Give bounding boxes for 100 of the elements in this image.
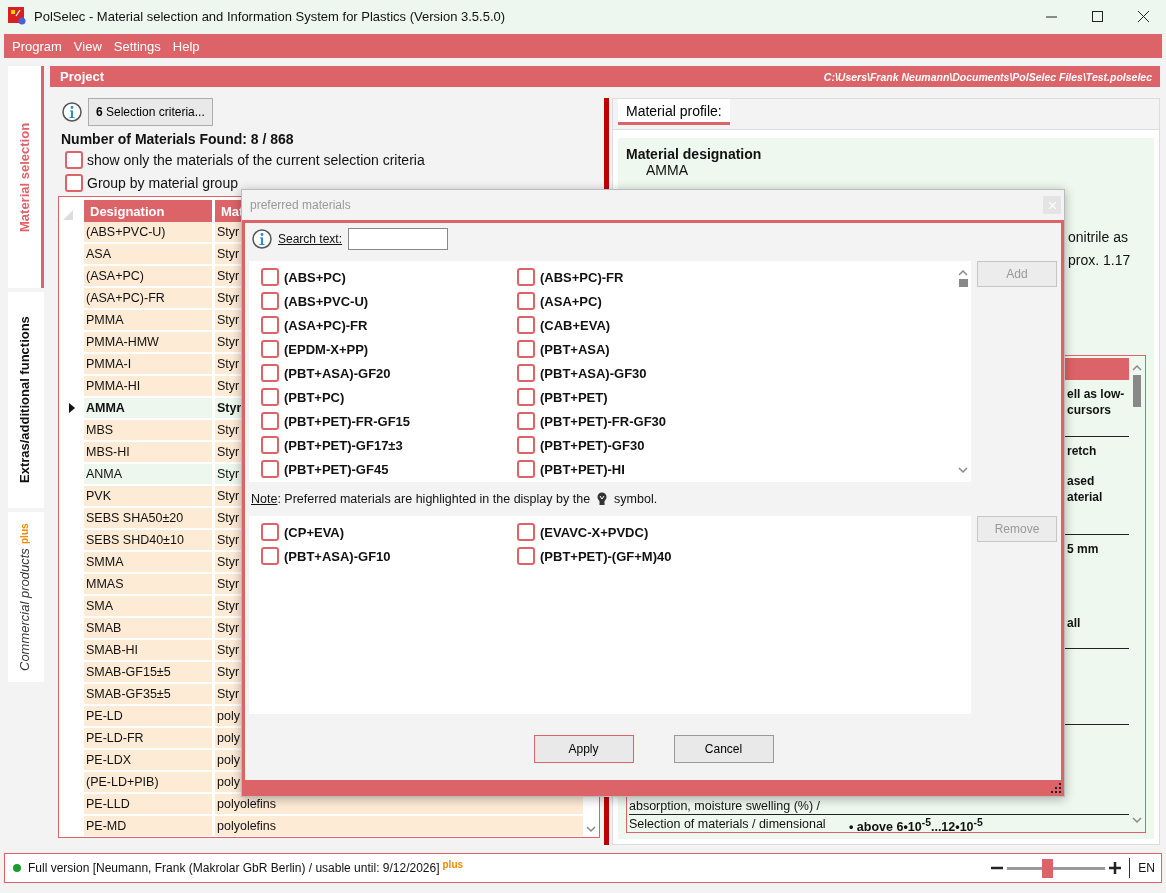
- checkbox[interactable]: [65, 173, 83, 192]
- slider-thumb[interactable]: [1041, 858, 1053, 878]
- checkbox[interactable]: [517, 292, 535, 310]
- resize-grip-icon[interactable]: [1051, 783, 1061, 793]
- dialog-title: preferred materials: [250, 198, 351, 212]
- dialog-button[interactable]: Apply: [533, 735, 634, 763]
- checkbox-label: (PBT+PET)-GF45: [284, 461, 389, 477]
- property-text: 5 mm: [1067, 541, 1100, 557]
- table-cell[interactable]: MBS-HI: [84, 442, 212, 462]
- checkbox-label: (ASA+PC)-FR: [284, 317, 368, 333]
- side-tab[interactable]: Material selection: [8, 66, 44, 288]
- profile-tab[interactable]: Material profile:: [618, 99, 730, 125]
- checkbox[interactable]: [261, 460, 279, 478]
- checkbox[interactable]: [517, 460, 535, 478]
- checkbox[interactable]: [517, 316, 535, 334]
- table-cell[interactable]: MMAS: [84, 574, 212, 594]
- table-cell[interactable]: PE-LD: [84, 706, 212, 726]
- language-indicator[interactable]: EN: [1138, 861, 1155, 875]
- scroll-down-icon[interactable]: [586, 826, 596, 833]
- table-cell[interactable]: PE-LD-FR: [84, 728, 212, 748]
- table-cell[interactable]: (ABS+PVC-U): [84, 222, 212, 242]
- checkbox-label: show only the materials of the current selection criteria: [87, 151, 425, 168]
- property-text: cursors: [1067, 402, 1113, 418]
- search-label[interactable]: Search text:: [278, 232, 343, 246]
- table-cell[interactable]: SMAB-HI: [84, 640, 212, 660]
- info-icon: [62, 102, 82, 122]
- table-cell[interactable]: MBS: [84, 420, 212, 440]
- checkbox[interactable]: [517, 340, 535, 358]
- project-path: C:\Users\Frank Neumann\Documents\PolSelec Files\Test.polselec: [823, 70, 1152, 83]
- table-cell[interactable]: SEBS SHD40±10: [84, 530, 212, 550]
- property-text: aterial: [1067, 489, 1104, 505]
- lightbulb-icon: [596, 492, 609, 506]
- checkbox-label: (EPDM-X+PP): [284, 341, 369, 357]
- table-cell[interactable]: SMAB-GF35±5: [84, 684, 212, 704]
- checkbox[interactable]: [261, 547, 279, 565]
- description-text: onitrile as: [1068, 228, 1129, 247]
- window-title: PolSelec - Material selection and Information System for Plastics (Version 3.5.5.0): [34, 8, 506, 24]
- side-tab[interactable]: Extras/additional functions: [8, 292, 44, 508]
- checkbox[interactable]: [261, 523, 279, 541]
- checkbox-label: (PBT+PET): [540, 389, 608, 405]
- checkbox[interactable]: [261, 316, 279, 334]
- table-cell[interactable]: SMMA: [84, 552, 212, 572]
- checkbox[interactable]: [261, 340, 279, 358]
- checkbox-label: (ASA+PC): [540, 293, 602, 309]
- checkbox-label: (CAB+EVA): [540, 317, 611, 333]
- checkbox-label: (PBT+PET)-FR-GF15: [284, 413, 411, 429]
- table-cell[interactable]: PMMA-HMW: [84, 332, 212, 352]
- scroll-thumb[interactable]: [1133, 375, 1141, 407]
- table-cell[interactable]: SEBS SHA50±20: [84, 508, 212, 528]
- table-cell[interactable]: PVK: [84, 486, 212, 506]
- scroll-down-icon[interactable]: [958, 467, 968, 474]
- checkbox[interactable]: [261, 268, 279, 286]
- checkbox[interactable]: [261, 388, 279, 406]
- checkbox[interactable]: [261, 292, 279, 310]
- search-field[interactable]: [348, 228, 449, 250]
- table-cell[interactable]: PE-MD: [84, 816, 212, 836]
- table-cell[interactable]: (ASA+PC)-FR: [84, 288, 212, 308]
- checkbox[interactable]: [517, 268, 535, 286]
- dialog-button[interactable]: Cancel: [673, 735, 774, 763]
- checkbox[interactable]: [517, 364, 535, 382]
- scroll-up-icon[interactable]: [1132, 364, 1142, 371]
- checkbox[interactable]: [517, 388, 535, 406]
- table-cell[interactable]: (ASA+PC): [84, 266, 212, 286]
- checkbox-label: (PBT+ASA)-GF20: [284, 365, 391, 381]
- selection-criteria-button[interactable]: 6 Selection criteria...: [88, 98, 213, 126]
- checkbox-label: Group by material group: [87, 174, 238, 191]
- checkbox[interactable]: [65, 150, 83, 169]
- table-cell[interactable]: SMA: [84, 596, 212, 616]
- table-cell[interactable]: ANMA: [84, 464, 212, 484]
- close-icon: [1137, 10, 1149, 22]
- plus-label: plus: [442, 859, 464, 870]
- property-text: ell as low-: [1067, 386, 1126, 402]
- scroll-thumb[interactable]: [958, 279, 968, 287]
- checkbox[interactable]: [517, 547, 535, 565]
- checkbox[interactable]: [261, 412, 279, 430]
- checkbox-label: (PBT+PET)-GF17±3: [284, 437, 403, 453]
- table-cell[interactable]: SMAB: [84, 618, 212, 638]
- table-cell[interactable]: PMMA-HI: [84, 376, 212, 396]
- table-cell[interactable]: PMMA: [84, 310, 212, 330]
- table-cell[interactable]: polyolefins: [215, 816, 583, 836]
- checkbox[interactable]: [517, 523, 535, 541]
- checkbox-label: (PBT+ASA)-GF10: [284, 548, 391, 564]
- table-cell[interactable]: PMMA-I: [84, 354, 212, 374]
- scroll-down-icon[interactable]: [1132, 817, 1142, 824]
- checkbox[interactable]: [517, 412, 535, 430]
- checkbox[interactable]: [261, 364, 279, 382]
- table-cell[interactable]: PE-LDX: [84, 750, 212, 770]
- table-cell[interactable]: AMMA: [84, 398, 212, 418]
- checkbox[interactable]: [517, 436, 535, 454]
- side-tab[interactable]: Commercial products plus: [8, 512, 44, 682]
- checkbox-label: (PBT+PET)-(GF+M)40: [540, 548, 672, 564]
- checkbox[interactable]: [261, 436, 279, 454]
- zoom-in-icon[interactable]: [1109, 862, 1122, 874]
- table-cell[interactable]: (PE-LD+PIB): [84, 772, 212, 792]
- table-cell[interactable]: PE-LLD: [84, 794, 212, 814]
- checkbox-label: (EVAVC-X+PVDC): [540, 524, 649, 540]
- property-text: retch: [1067, 443, 1098, 459]
- table-cell[interactable]: ASA: [84, 244, 212, 264]
- table-cell[interactable]: SMAB-GF15±5: [84, 662, 212, 682]
- scroll-up-icon[interactable]: [958, 269, 968, 276]
